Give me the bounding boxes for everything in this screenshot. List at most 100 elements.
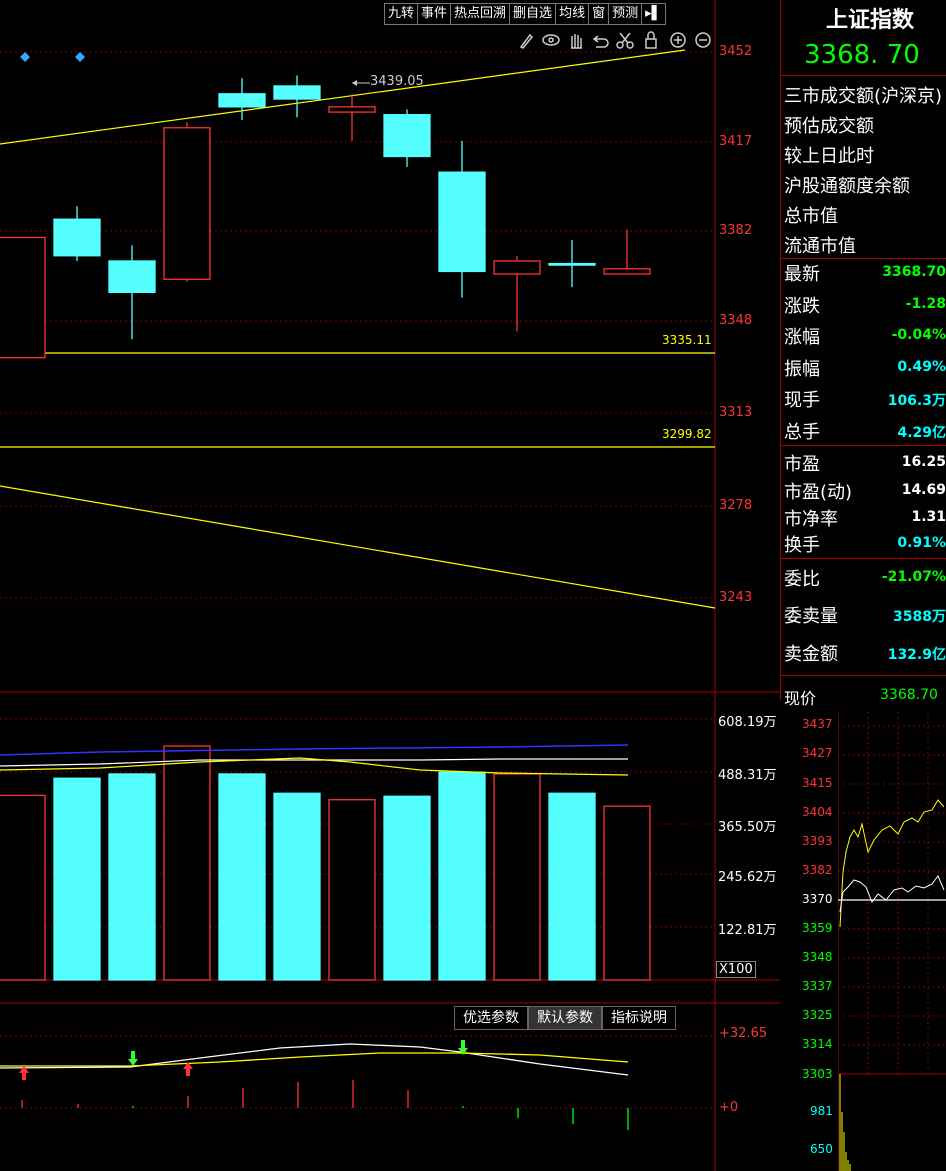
macd-bars (0, 1080, 715, 1130)
mini-tick: 3348 (802, 950, 833, 964)
mini-tick: 3427 (802, 746, 833, 760)
stat-value: 16.25 (901, 454, 946, 470)
stat-label: 最新 (784, 264, 820, 285)
price-tick: 3313 (719, 405, 753, 420)
info-est-turnover: 预估成交额 (784, 116, 874, 137)
stat-value: 3588万 (893, 609, 946, 625)
support-label-1: 3335.11 (662, 333, 712, 347)
volume-bar[interactable] (0, 794, 46, 981)
stat-value: 1.31 (911, 509, 946, 525)
indicator-buttons: 优选参数 默认参数 指标说明 (454, 1006, 676, 1030)
indicator-tick-zero: +0 (719, 1100, 739, 1115)
arrow-left-icon (352, 80, 357, 86)
stat-label: 涨幅 (784, 327, 820, 348)
stat-value: 4.29亿 (897, 425, 946, 441)
signal-diamond-icon (20, 52, 30, 62)
price-tick: 3278 (719, 498, 753, 513)
candle-body[interactable] (218, 93, 266, 108)
high-marker-label: 3439.05 (370, 74, 424, 89)
volume-tick: 245.62万 (718, 870, 777, 885)
mini-tick: 3415 (802, 776, 833, 790)
volume-tick: 365.50万 (718, 820, 777, 835)
volume-multiplier[interactable]: X100 (716, 961, 756, 978)
default-params-button[interactable]: 默认参数 (528, 1006, 602, 1030)
stat-label: 换手 (784, 535, 820, 556)
stat-label: 市盈 (784, 454, 820, 475)
mini-tick: 3303 (802, 1067, 833, 1081)
indicator-tick-top: +32.65 (719, 1026, 768, 1041)
candle-body[interactable] (383, 114, 431, 158)
stat-value: -21.07% (881, 569, 946, 585)
candle-body[interactable] (53, 218, 101, 257)
volume-bar[interactable] (163, 745, 211, 981)
signal-diamond-icon (75, 52, 85, 62)
price-tick: 3452 (719, 44, 753, 59)
kline-chart[interactable] (0, 0, 780, 1171)
volume-bar[interactable] (603, 805, 651, 981)
index-price: 3368. 70 (804, 40, 920, 70)
info-northbound-quota: 沪股通额度余额 (784, 176, 910, 197)
candle-body[interactable] (0, 236, 46, 359)
volume-bar[interactable] (493, 773, 541, 981)
volume-bar[interactable] (273, 792, 321, 981)
stat-label: 市盈(动) (784, 482, 853, 503)
volume-bar[interactable] (53, 777, 101, 981)
mini-tick: 3359 (802, 921, 833, 935)
stat-value: 14.69 (901, 482, 946, 498)
mini-tick: 3404 (802, 805, 833, 819)
stat-value: 0.49% (897, 359, 946, 375)
mini-vol-tick: 981 (810, 1104, 833, 1118)
stat-value: 132.9亿 (887, 647, 946, 663)
candle-body[interactable] (108, 260, 156, 293)
stat-label: 振幅 (784, 359, 820, 380)
volume-bar[interactable] (438, 771, 486, 981)
price-tick: 3348 (719, 313, 753, 328)
mini-tick: 3314 (802, 1037, 833, 1051)
candle-body[interactable] (438, 171, 486, 273)
trend-line-upper (0, 49, 686, 145)
volume-tick: 608.19万 (718, 715, 777, 730)
stat-label: 卖金额 (784, 644, 838, 665)
volume-bar[interactable] (108, 773, 156, 981)
stat-label: 委卖量 (784, 606, 838, 627)
macd-yellow-line (0, 1052, 629, 1067)
stat-label: 委比 (784, 569, 820, 590)
candle-body[interactable] (163, 127, 211, 280)
volume-tick: 488.31万 (718, 768, 777, 783)
price-tick: 3417 (719, 134, 753, 149)
stat-label: 总手 (784, 422, 820, 443)
candle-body[interactable] (603, 268, 651, 275)
volume-bars (0, 745, 651, 981)
candle-body[interactable] (328, 106, 376, 113)
current-price-label: 现价 (784, 689, 817, 708)
mini-tick: 3437 (802, 717, 833, 731)
price-tick: 3243 (719, 590, 753, 605)
mini-vol-tick: 650 (810, 1142, 833, 1156)
current-price-value: 3368.70 (880, 687, 938, 703)
stat-value: 106.3万 (887, 393, 946, 409)
volume-bar[interactable] (383, 795, 431, 981)
price-tick: 3382 (719, 223, 753, 238)
trend-line-lower (0, 485, 716, 609)
mini-tick: 3382 (802, 863, 833, 877)
candle-body[interactable] (548, 262, 596, 266)
info-vs-yesterday: 较上日此时 (784, 146, 874, 167)
mini-tick: 3337 (802, 979, 833, 993)
volume-bar[interactable] (218, 773, 266, 981)
macd-white-line (0, 1043, 629, 1076)
preferred-params-button[interactable]: 优选参数 (454, 1006, 528, 1030)
stat-value: 0.91% (897, 535, 946, 551)
candle-body[interactable] (273, 85, 321, 100)
info-float-mktcap: 流通市值 (784, 236, 856, 257)
mini-tick: 3325 (802, 1008, 833, 1022)
intraday-mini-chart[interactable] (838, 712, 946, 1171)
volume-bar[interactable] (328, 799, 376, 981)
mini-tick: 3393 (802, 834, 833, 848)
info-total-mktcap: 总市值 (784, 206, 838, 227)
indicator-help-button[interactable]: 指标说明 (602, 1006, 676, 1030)
info-turnover: 三市成交额(沪深京) (784, 86, 943, 107)
volume-bar[interactable] (548, 792, 596, 981)
candle-body[interactable] (493, 260, 541, 275)
sell-arrow-icon (128, 1051, 138, 1066)
stat-value: -1.28 (905, 296, 946, 312)
